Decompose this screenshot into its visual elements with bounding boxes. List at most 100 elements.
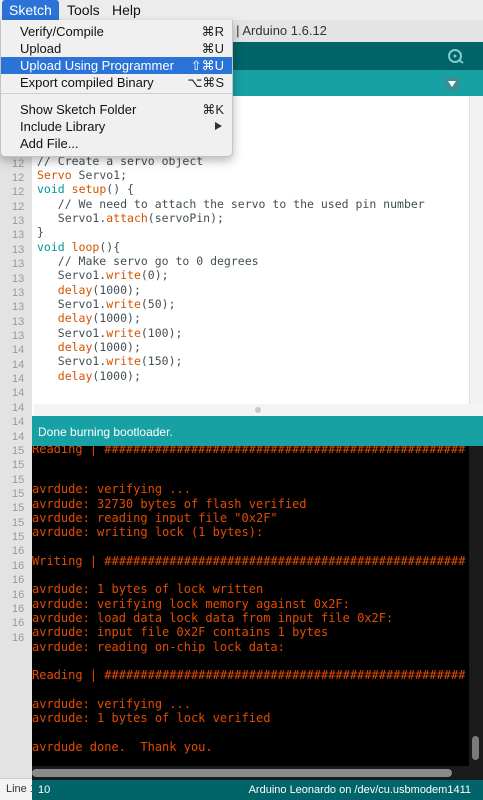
code-line: // Make servo go to 0 degrees <box>37 254 259 268</box>
line-number: 14 <box>12 344 25 356</box>
console-scrollbar[interactable] <box>469 446 483 766</box>
console-line: avrdude: writing lock (1 bytes): <box>32 525 264 540</box>
editor-scrollbar[interactable] <box>469 96 483 416</box>
code-line: Servo Servo1; <box>37 168 128 182</box>
tab-menu-button[interactable] <box>445 77 460 91</box>
console-output[interactable]: Reading | ##############################… <box>32 446 469 766</box>
shortcut: ⌥⌘S <box>187 75 224 90</box>
console-horizontal-scrollbar[interactable] <box>32 766 483 780</box>
code-line: delay(1000); <box>57 311 141 325</box>
shortcut: ⇧⌘U <box>190 58 224 73</box>
line-number-indicator: 10 <box>38 784 51 796</box>
line-number: 14 <box>12 359 25 371</box>
sketch-dropdown-menu: Verify/Compile ⌘R Upload ⌘U Upload Using P… <box>0 20 233 157</box>
split-handle[interactable] <box>34 404 483 416</box>
line-number: 14 <box>12 387 25 399</box>
horizontal-scroll-thumb[interactable] <box>32 769 452 777</box>
line-number: 16 <box>12 632 25 644</box>
board-port-info: Arduino Leonardo on /dev/cu.usbmodem1411 <box>248 784 471 796</box>
magnifier-icon <box>448 49 464 64</box>
console-line: avrdude: reading input file "0x2F" <box>32 510 278 525</box>
line-number: 16 <box>12 589 25 601</box>
line-number: 12 <box>12 201 25 213</box>
code-line: void loop(){ <box>37 240 121 254</box>
menu-bar: Sketch Tools Help <box>0 0 483 21</box>
line-number: 13 <box>12 301 25 313</box>
line-number: 14 <box>12 416 25 428</box>
line-number: 13 <box>12 330 25 342</box>
submenu-arrow-icon <box>215 122 222 130</box>
code-line: delay(1000); <box>57 369 141 383</box>
console-line: avrdude: 1 bytes of lock verified <box>32 711 271 726</box>
console-line: Reading | ##############################… <box>32 446 466 456</box>
bottom-status-bar: 10 Arduino Leonardo on /dev/cu.usbmodem1… <box>32 780 483 800</box>
line-number: 16 <box>12 560 25 572</box>
window-title: ea | Arduino 1.6.12 <box>218 23 327 38</box>
line-number: 13 <box>12 244 25 256</box>
menu-separator <box>1 93 232 94</box>
line-number: 15 <box>12 517 25 529</box>
console-line: Writing | ##############################… <box>32 553 466 568</box>
code-line: // We need to attach the servo to the us… <box>37 197 425 211</box>
status-bar: Done burning bootloader. <box>32 416 483 446</box>
line-number: 12 <box>12 186 25 198</box>
console-scroll-thumb[interactable] <box>472 736 479 760</box>
line-number: 13 <box>12 287 25 299</box>
menu-item-add-file[interactable]: Add File... <box>1 135 232 152</box>
console-line: Reading | ##############################… <box>32 668 466 683</box>
line-number: 16 <box>12 574 25 586</box>
console-line: avrdude: load data lock data from input … <box>32 611 394 625</box>
line-number: 16 <box>12 617 25 629</box>
menu-item-show-sketch-folder[interactable]: Show Sketch Folder ⌘K <box>1 101 232 118</box>
triangle-down-icon <box>448 81 456 87</box>
menu-tools[interactable]: Tools <box>60 0 107 20</box>
line-number: 12 <box>12 172 25 184</box>
line-number: 15 <box>12 474 25 486</box>
console-line: avrdude: verifying ... <box>32 482 191 497</box>
code-line: void setup() { <box>37 182 134 196</box>
menu-help[interactable]: Help <box>105 0 148 20</box>
line-number: 14 <box>12 431 25 443</box>
console-line: avrdude: 32730 bytes of flash verified <box>32 496 307 511</box>
menu-item-verify-compile[interactable]: Verify/Compile ⌘R <box>1 23 232 40</box>
code-line: delay(1000); <box>57 340 141 354</box>
background-window-strip: 12 12 12 12 13 13 13 13 13 13 13 13 13 14 14 14 14 14 14 14… <box>0 96 32 800</box>
drag-dot-icon <box>255 407 261 413</box>
code-line: delay(1000); <box>57 283 141 297</box>
console-line: avrdude: verifying lock memory against 0… <box>32 596 350 611</box>
menu-item-upload-using-programmer[interactable]: Upload Using Programmer ⇧⌘U <box>1 57 232 74</box>
line-number: 16 <box>12 603 25 615</box>
line-number: 16 <box>12 545 25 557</box>
code-line: Servo1.write(0); <box>37 268 169 282</box>
console-line: avrdude: reading on-chip lock data: <box>32 639 285 654</box>
menu-item-include-library[interactable]: Include Library <box>1 118 232 135</box>
menu-item-export-binary[interactable]: Export compiled Binary ⌥⌘S <box>1 74 232 91</box>
console-line: avrdude: 1 bytes of lock written <box>32 582 264 597</box>
background-line-status: Line 1 <box>0 778 32 800</box>
line-number: 14 <box>12 402 25 414</box>
menu-item-upload[interactable]: Upload ⌘U <box>1 40 232 57</box>
line-number: 15 <box>12 531 25 543</box>
status-message: Done burning bootloader. <box>38 425 173 439</box>
line-number: 13 <box>12 273 25 285</box>
line-number: 15 <box>12 502 25 514</box>
shortcut: ⌘U <box>201 41 224 56</box>
line-number: 15 <box>12 445 25 457</box>
line-number: 13 <box>12 229 25 241</box>
code-line: Servo1.write(100); <box>37 326 183 340</box>
code-line: Servo1.attach(servoPin); <box>37 211 224 225</box>
code-line: Servo1.write(50); <box>37 297 176 311</box>
shortcut: ⌘R <box>201 24 224 39</box>
shortcut: ⌘K <box>202 102 224 117</box>
line-number: 14 <box>12 373 25 385</box>
line-number: 15 <box>12 488 25 500</box>
line-number: 12 <box>12 158 25 170</box>
line-number: 13 <box>12 215 25 227</box>
console-line: avrdude done. Thank you. <box>32 739 213 754</box>
menu-sketch[interactable]: Sketch <box>2 0 59 20</box>
console-line: avrdude: verifying ... <box>32 696 191 711</box>
line-number: 13 <box>12 258 25 270</box>
serial-monitor-button[interactable] <box>446 47 466 65</box>
console-line: avrdude: input file 0x2F contains 1 byte… <box>32 625 329 640</box>
code-line: } <box>37 225 44 239</box>
